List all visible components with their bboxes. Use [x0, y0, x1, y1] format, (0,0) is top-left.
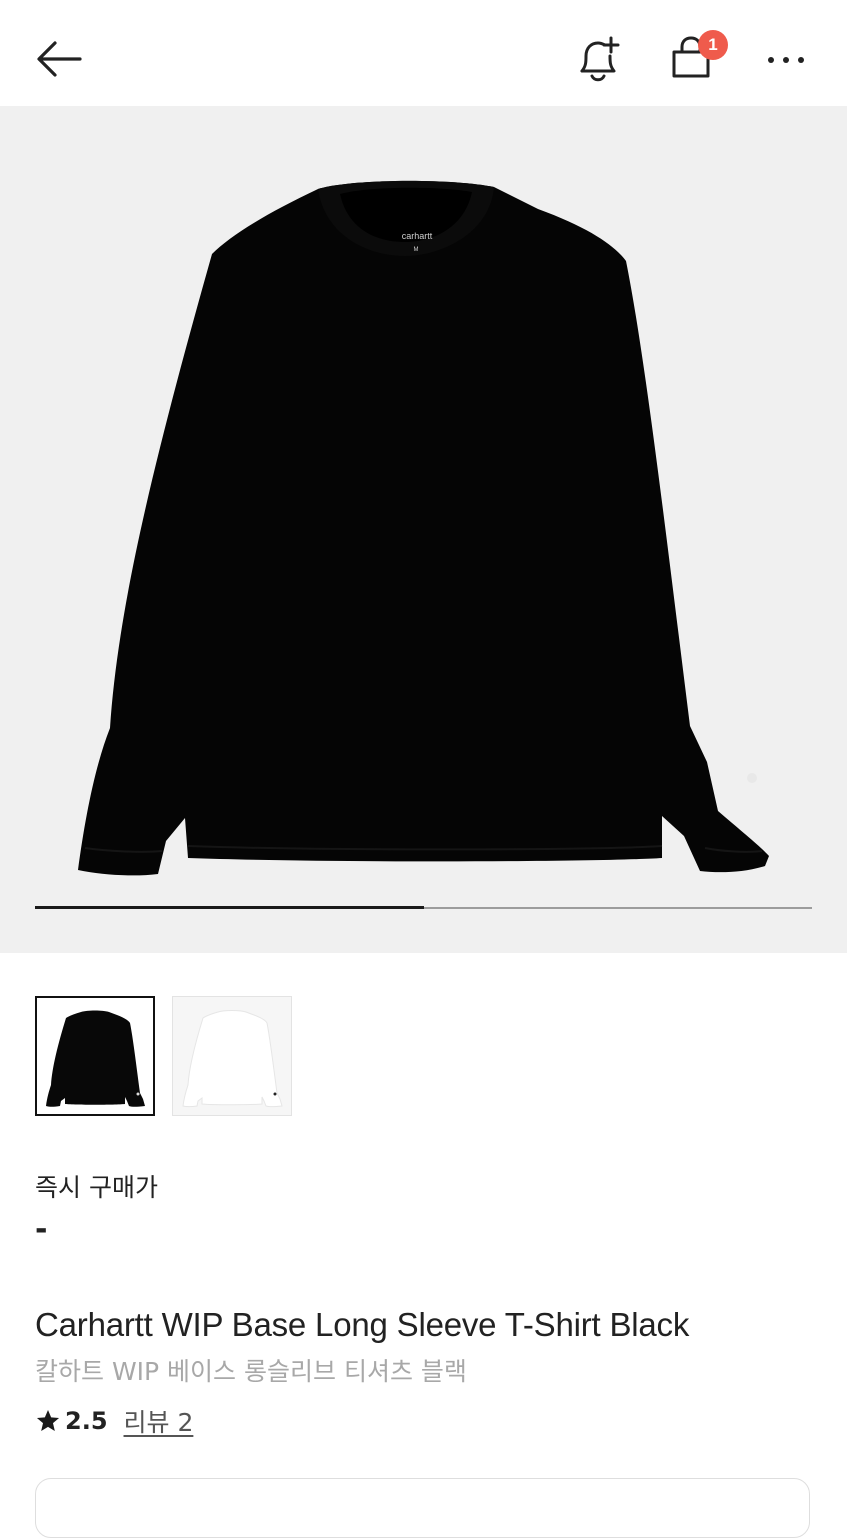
- shopping-bag-icon[interactable]: 1: [664, 30, 734, 86]
- rating-row: 2.5 리뷰 2: [35, 1404, 193, 1438]
- carousel-progress-track: [35, 906, 812, 909]
- cart-count-badge: 1: [698, 30, 728, 60]
- rating-value: 2.5: [65, 1407, 108, 1435]
- arrow-left-icon[interactable]: [30, 34, 88, 84]
- product-image-carousel[interactable]: carhartt M: [0, 106, 847, 953]
- svg-text:carhartt: carhartt: [402, 231, 433, 241]
- reviews-link[interactable]: 리뷰 2: [124, 1403, 194, 1439]
- product-name-english: Carhartt WIP Base Long Sleeve T-Shirt Bl…: [35, 1306, 690, 1343]
- instant-buy-price: -: [35, 1212, 48, 1247]
- bottom-card: [35, 1478, 810, 1538]
- thumbnail-white[interactable]: [172, 996, 292, 1116]
- top-navigation-bar: 1: [0, 0, 847, 106]
- thumbnail-black[interactable]: [35, 996, 155, 1116]
- svg-text:M: M: [414, 247, 419, 253]
- star-icon: [36, 1409, 60, 1431]
- more-dots-icon[interactable]: [762, 40, 812, 80]
- bell-plus-icon[interactable]: [570, 34, 624, 84]
- instant-buy-label: 즉시 구매가: [35, 1173, 158, 1202]
- carousel-progress-indicator: [35, 906, 424, 909]
- product-name-korean: 칼하트 WIP 베이스 롱슬리브 티셔츠 블랙: [35, 1357, 467, 1386]
- product-main-image: carhartt M: [78, 180, 769, 876]
